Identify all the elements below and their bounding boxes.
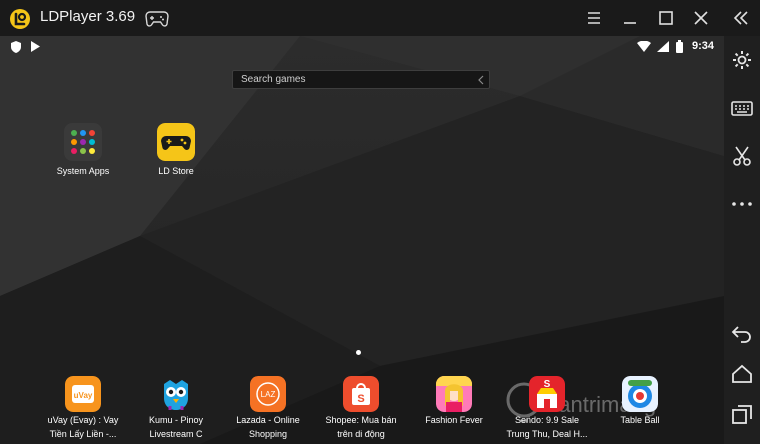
play-store-icon — [31, 41, 40, 52]
page-indicator-dot — [356, 350, 361, 355]
dock-app-uvay[interactable]: uVay uVay (Evay) : Vay Tiền Lấy Liền -..… — [38, 376, 128, 440]
sendo-app-icon: S — [529, 376, 565, 412]
shield-icon — [11, 41, 21, 53]
dock-app-label: Trung Thu, Deal H... — [506, 429, 588, 439]
signal-icon — [657, 41, 669, 52]
search-placeholder: Search games — [241, 74, 306, 85]
dock-app-label: Sendo: 9.9 Sale — [514, 415, 580, 425]
dock-app-shopee[interactable]: S Shopee: Mua bán trên di động — [316, 376, 406, 440]
dock-app-label: Kumu - Pinoy — [148, 415, 204, 425]
dock-app-label: trên di động — [337, 429, 385, 439]
dock-app-fashion-fever[interactable]: Fashion Fever — [409, 376, 499, 426]
side-toolbar — [724, 36, 760, 444]
ldplayer-logo-icon — [10, 9, 30, 29]
search-games-bar[interactable]: Search games — [232, 70, 490, 89]
uvay-icon-text: uVay — [74, 391, 93, 400]
dock-app-kumu[interactable]: Kumu - Pinoy Livestream C — [131, 376, 221, 440]
desktop-app-ld-store[interactable]: LD Store — [136, 123, 216, 177]
clock: 9:34 — [691, 40, 714, 52]
dock-app-label: Tiền Lấy Liền -... — [49, 429, 117, 439]
app-title: LDPlayer 3.69 — [40, 8, 136, 25]
dock-app-label: Table Ball — [620, 415, 660, 425]
desktop-app-label: System Apps — [56, 166, 110, 176]
dock-app-label: Shopee: Mua bán — [325, 415, 397, 425]
kumu-owl-icon — [164, 380, 188, 410]
dock-app-table-ball[interactable]: Table Ball — [595, 376, 685, 426]
minimize-icon[interactable] — [619, 7, 641, 29]
more-dots-icon[interactable] — [730, 192, 754, 216]
title-bar: LDPlayer 3.69 — [0, 0, 760, 36]
sendo-icon-text: S — [544, 379, 551, 390]
search-chevron-icon[interactable] — [477, 75, 485, 85]
dock-app-label: Fashion Fever — [425, 415, 483, 425]
menu-icon[interactable] — [583, 7, 605, 29]
table-ball-icon — [622, 376, 658, 412]
lazada-app-icon: LAZ — [250, 376, 286, 412]
close-icon[interactable] — [690, 7, 712, 29]
shopee-bag-icon: S — [343, 376, 379, 412]
gamepad-icon[interactable] — [145, 10, 169, 27]
dock-app-sendo[interactable]: S Sendo: 9.9 Sale Trung Thu, Deal H... — [502, 376, 592, 440]
dock-app-label: uVay (Evay) : Vay — [47, 415, 119, 425]
dock-app-label: Shopping — [248, 429, 288, 439]
folder-grid-icon — [64, 123, 102, 161]
wifi-icon — [637, 41, 651, 52]
lazada-icon-text: LAZ — [261, 390, 276, 399]
desktop-app-label: LD Store — [158, 166, 194, 176]
back-icon[interactable] — [730, 322, 754, 346]
desktop-app-system-apps[interactable]: System Apps — [43, 123, 123, 177]
dock-app-label: Livestream C — [149, 429, 203, 439]
dock-app-lazada[interactable]: LAZ Lazada - Online Shopping — [223, 376, 313, 440]
ld-store-icon — [157, 123, 195, 161]
maximize-icon[interactable] — [655, 7, 677, 29]
keyboard-icon[interactable] — [730, 96, 754, 120]
settings-gear-icon[interactable] — [730, 48, 754, 72]
status-bar: 9:34 — [0, 36, 724, 58]
scissors-icon[interactable] — [730, 144, 754, 168]
uvay-app-icon: uVay — [65, 376, 101, 412]
recent-apps-icon[interactable] — [730, 402, 754, 426]
fashion-fever-icon — [436, 376, 472, 412]
shopee-icon-text: S — [357, 393, 364, 405]
collapse-sidebar-icon[interactable] — [730, 7, 752, 29]
home-icon[interactable] — [730, 362, 754, 386]
battery-icon — [676, 40, 683, 53]
android-screen[interactable]: 9:34 Search games System Apps LD Store u… — [0, 36, 724, 444]
dock-app-label: Lazada - Online — [236, 415, 300, 425]
